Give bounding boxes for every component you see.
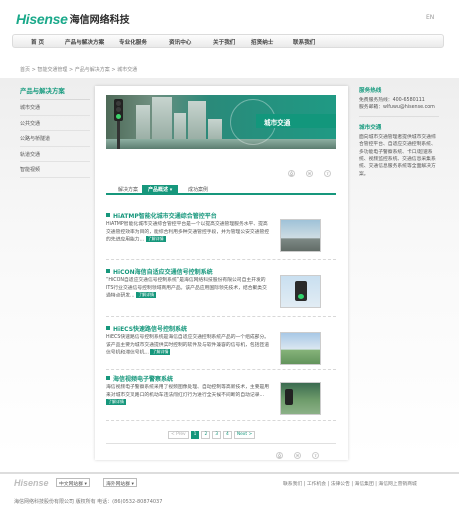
footer-links[interactable]: 联系我们 | 工作机会 | 法律公告 | 海信集团 | 海信网上营销商城 (283, 480, 417, 487)
sidebar-item-rail[interactable]: 轨道交通 (20, 147, 90, 163)
mail-icon[interactable]: ✉ (294, 452, 301, 459)
content-tabs: 解决方案 产品概述 ▾ 成功案例 (106, 184, 336, 195)
list-item: HiATMP智能化城市交通综合管控平台 HiATMP智能化城市交通综合管控平台是… (106, 211, 328, 252)
share-icon[interactable]: ⇪ (324, 170, 331, 177)
item-thumbnail[interactable] (280, 219, 321, 252)
more-button[interactable]: 了解详情 (136, 292, 157, 299)
tab-product-overview[interactable]: 产品概述 ▾ (142, 185, 179, 194)
hotline-text: 免费服务热线：400-6580111 (359, 98, 425, 103)
nav-item-home[interactable]: 首 页 (31, 38, 44, 46)
brand-name-cn: 海信网络科技 (69, 15, 130, 26)
page-4-button[interactable]: 4 (223, 431, 232, 439)
nav-item-careers[interactable]: 招贤纳士 (251, 38, 273, 46)
site-group-select-cn[interactable]: 中文网站群 ▾ (56, 478, 90, 487)
site-group-select-overseas[interactable]: 海外网站群 ▾ (103, 478, 137, 487)
hero-banner: 城市交通 (106, 95, 336, 149)
mail-icon[interactable]: ✉ (306, 170, 313, 177)
sidebar-item-highway[interactable]: 公路与桥隧道 (20, 131, 90, 147)
nav-item-products[interactable]: 产品与解决方案 (65, 38, 104, 46)
traffic-light-icon (114, 99, 123, 121)
main-nav: 首 页 产品与解决方案 专业化服务 资讯中心 关于我们 招贤纳士 联系我们 (12, 34, 444, 48)
email-text[interactable]: 服务邮箱：wlfuwu@hisense.com (359, 104, 439, 111)
list-item: HiECS快速路信号控制系统 HiECS快速路信号控制系统是海信自适应交通控制系… (106, 324, 328, 365)
copyright: 海信网络科技股份有限公司 版权所有 电话：(86)0532-80874037 (14, 499, 163, 505)
breadcrumb[interactable]: 首页 > 智能交通管理 > 产品与解决方案 > 城市交通 (20, 66, 137, 73)
more-button[interactable]: 了解详情 (150, 349, 171, 356)
page-2-button[interactable]: 2 (201, 431, 211, 439)
item-description: HiECS快速路信号控制系统是海信自适应交通控制系统产品的一个组成部分。该产品主… (106, 335, 270, 356)
page-1-button[interactable]: 1 (190, 431, 200, 439)
nav-item-about[interactable]: 关于我们 (213, 38, 235, 46)
tab-success-cases[interactable]: 成功案例 (182, 185, 214, 194)
nav-item-news[interactable]: 资讯中心 (169, 38, 191, 46)
prev-page-button[interactable]: < Prev (168, 431, 189, 439)
sidebar-item-video[interactable]: 智能视频 (20, 162, 90, 178)
list-item: HiCON海信自适应交通信号控制系统 “HiCON自适应交通信号控制系统”是海信… (106, 267, 328, 308)
item-description: HiATMP智能化城市交通综合管控平台是一个以提高交通管理服务水平、提高交通管控… (106, 222, 270, 243)
share-icon[interactable]: ⇪ (312, 452, 319, 459)
sidebar-title: 产品与解决方案 (20, 86, 90, 100)
print-icon[interactable]: ⎙ (288, 170, 295, 177)
item-thumbnail[interactable] (280, 382, 321, 415)
nav-item-services[interactable]: 专业化服务 (119, 38, 147, 46)
more-button[interactable]: 了解详情 (106, 399, 126, 406)
print-icon[interactable]: ⎙ (276, 452, 283, 459)
page-3-button[interactable]: 3 (212, 431, 222, 439)
list-item: 海信视频电子警察系统 海信视频电子警察系统采用了视频图像处理、自动控制等高新技术… (106, 374, 328, 415)
item-thumbnail[interactable] (280, 332, 321, 365)
item-thumbnail[interactable] (280, 275, 321, 308)
main-content: 城市交通 ⎙ ✉ ⇪ 解决方案 产品概述 ▾ 成功案例 HiATMP智能化城市交… (95, 86, 348, 460)
tab-product-overview-label: 产品概述 (148, 187, 169, 193)
tab-solutions[interactable]: 解决方案 (112, 185, 144, 194)
sidebar: 产品与解决方案 城市交通 公共交通 公路与桥隧道 轨道交通 智能视频 (20, 86, 90, 178)
section-text: 面向城市交通管理者提供城市交通综合管控平台、自适应交通控制系统、多功能电子警察系… (359, 134, 436, 177)
brand-name-en: Hisense (16, 11, 68, 27)
hero-tag: 城市交通 (256, 114, 336, 128)
more-button[interactable]: 了解详情 (145, 236, 166, 243)
language-switch-link[interactable]: EN (426, 14, 434, 21)
sidebar-item-public-transport[interactable]: 公共交通 (20, 116, 90, 132)
nav-item-contact[interactable]: 联系我们 (293, 38, 315, 46)
sidebar-item-city-traffic[interactable]: 城市交通 (20, 100, 90, 116)
right-panel: 服务热线 免费服务热线：400-6580111 服务邮箱：wlfuwu@hise… (359, 86, 439, 178)
next-page-button[interactable]: Next > (233, 431, 256, 439)
footer: Hisense 中文网站群 ▾ 海外网站群 ▾ 联系我们 | 工作机会 | 法律… (0, 472, 459, 510)
brand-logo[interactable]: Hisense 海信网络科技 (16, 11, 156, 29)
section-title: 城市交通 (359, 124, 382, 131)
footer-logo: Hisense (14, 478, 49, 488)
item-description: 海信视频电子警察系统采用了视频图像处理、自动控制等高新技术，主要是用来对城市交叉… (106, 385, 270, 406)
pagination: < Prev 1 2 3 4 Next > (168, 431, 257, 439)
item-description: “HiCON自适应交通信号控制系统”是海信网络科技股份有限公司自主开发的ITS行… (106, 278, 267, 299)
hotline-title: 服务热线 (359, 88, 382, 94)
